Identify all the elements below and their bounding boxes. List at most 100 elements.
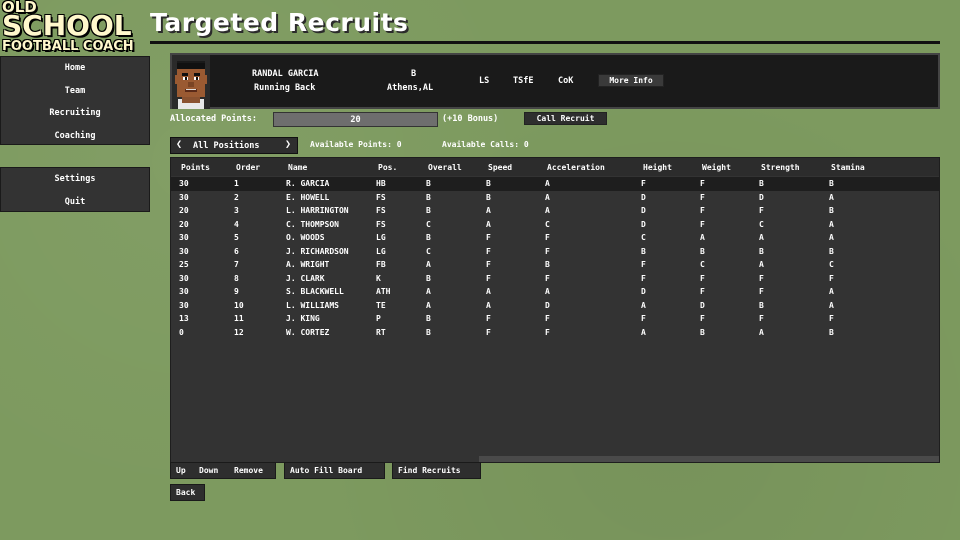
recruit-portrait: [172, 55, 210, 109]
available-points-text: Available Points: 0: [310, 140, 402, 149]
find-recruits-button[interactable]: Find Recruits: [398, 466, 461, 475]
cell-overall: A: [426, 287, 431, 296]
table-row[interactable]: 30 2 E. HOWELL FS B B A D F D A: [171, 191, 939, 205]
cell-order: 10: [234, 300, 244, 310]
column-header-weight[interactable]: Weight: [702, 163, 731, 172]
cell-weight: F: [700, 179, 705, 188]
sidebar-item-quit[interactable]: Quit: [1, 191, 149, 214]
sidebar-item-home[interactable]: Home: [1, 57, 149, 80]
table-row[interactable]: 30 8 J. CLARK K B F F F F F F: [171, 272, 939, 286]
table-row[interactable]: 13 11 J. KING P B F F F F F F: [171, 312, 939, 326]
cell-order: 11: [234, 314, 244, 323]
column-header-name[interactable]: Name: [288, 163, 307, 172]
table-row[interactable]: 30 6 J. RICHARDSON LG C F F B B B B: [171, 245, 939, 259]
sidebar-item-settings[interactable]: Settings: [1, 168, 149, 191]
cell-acceleration: C: [545, 219, 550, 229]
table-row[interactable]: 25 7 A. WRIGHT FB A F B F C A C: [171, 258, 939, 272]
cell-acceleration: F: [545, 273, 550, 283]
cell-speed: F: [486, 273, 491, 283]
cell-pos: HB: [376, 179, 386, 188]
allocated-points-label: Allocated Points:: [170, 114, 257, 124]
column-header-stamina[interactable]: Stamina: [831, 163, 865, 172]
cell-overall: C: [426, 219, 431, 229]
cell-pos: FS: [376, 206, 386, 215]
cell-weight: A: [700, 233, 705, 242]
sidebar-secondary-menu: Settings Quit: [0, 167, 150, 212]
page-title: Targeted Recruits: [150, 8, 409, 37]
auto-fill-board-button[interactable]: Auto Fill Board: [290, 466, 362, 475]
cell-speed: B: [486, 179, 491, 188]
table-row[interactable]: 20 4 C. THOMPSON FS C A C D F C A: [171, 218, 939, 232]
back-button[interactable]: Back: [176, 488, 195, 497]
column-header-speed[interactable]: Speed: [488, 163, 512, 172]
recruit-name: RANDAL GARCIA: [252, 69, 319, 79]
available-calls-text: Available Calls: 0: [442, 140, 529, 149]
column-header-overall[interactable]: Overall: [428, 163, 462, 172]
recruit-hometown: Athens,AL: [387, 83, 434, 93]
recruit-tag-tsfe: TSfE: [513, 76, 534, 86]
sidebar-item-team[interactable]: Team: [1, 80, 149, 103]
horizontal-scrollbar[interactable]: [479, 456, 939, 462]
column-header-height[interactable]: Height: [643, 163, 672, 172]
cell-stamina: F: [829, 314, 834, 323]
cell-stamina: C: [829, 260, 834, 269]
recruit-tag-cok: CoK: [558, 76, 574, 86]
move-down-button[interactable]: Down: [199, 466, 218, 475]
cell-overall: B: [426, 314, 431, 323]
back-button-wrap: Back: [170, 484, 205, 501]
cell-order: 2: [234, 192, 239, 202]
table-row[interactable]: 30 1 R. GARCIA HB B B A F F B B: [171, 177, 939, 191]
cell-stamina: A: [829, 219, 834, 229]
cell-points: 13: [179, 314, 189, 323]
cell-height: D: [641, 206, 646, 215]
cell-stamina: B: [829, 246, 834, 256]
cell-points: 30: [179, 287, 189, 296]
recruit-tag-ls: LS: [479, 76, 490, 86]
cell-overall: B: [426, 273, 431, 283]
cell-order: 12: [234, 327, 244, 337]
cell-height: D: [641, 219, 646, 229]
move-up-button[interactable]: Up: [176, 466, 186, 475]
table-row[interactable]: 0 12 W. CORTEZ RT B F F A B A B: [171, 326, 939, 340]
chevron-left-icon[interactable]: ❮: [176, 139, 182, 150]
cell-points: 30: [179, 300, 189, 310]
cell-points: 30: [179, 179, 189, 188]
position-filter[interactable]: ❮ All Positions ❯: [170, 137, 298, 154]
sidebar-item-coaching[interactable]: Coaching: [1, 125, 149, 148]
cell-pos: K: [376, 273, 381, 283]
cell-name: J. CLARK: [286, 273, 325, 283]
cell-weight: F: [700, 219, 705, 229]
allocated-points-input[interactable]: [273, 112, 438, 127]
column-header-order[interactable]: Order: [236, 163, 260, 172]
cell-name: R. GARCIA: [286, 179, 330, 188]
call-recruit-button[interactable]: Call Recruit: [524, 112, 607, 125]
cell-pos: ATH: [376, 287, 391, 296]
column-header-points[interactable]: Points: [181, 163, 210, 172]
cell-name: J. KING: [286, 314, 320, 323]
table-row[interactable]: 30 5 O. WOODS LG B F F C A A A: [171, 231, 939, 245]
cell-height: F: [641, 179, 646, 188]
table-row[interactable]: 30 9 S. BLACKWELL ATH A A A D F F A: [171, 285, 939, 299]
remove-button[interactable]: Remove: [234, 466, 263, 475]
title-divider: [150, 41, 940, 44]
more-info-button[interactable]: More Info: [598, 74, 664, 87]
column-header-pos[interactable]: Pos.: [378, 163, 397, 172]
cell-height: F: [641, 273, 646, 283]
cell-acceleration: F: [545, 246, 550, 256]
cell-weight: C: [700, 260, 705, 269]
cell-pos: LG: [376, 233, 386, 242]
cell-pos: TE: [376, 300, 386, 310]
cell-overall: B: [426, 233, 431, 242]
column-header-acceleration[interactable]: Acceleration: [547, 163, 605, 172]
column-header-strength[interactable]: Strength: [761, 163, 800, 172]
cell-weight: F: [700, 192, 705, 202]
logo-line-2: SCHOOL: [2, 9, 132, 42]
auto-fill-button-wrap: Auto Fill Board: [284, 462, 385, 479]
cell-pos: LG: [376, 246, 386, 256]
cell-speed: F: [486, 327, 491, 337]
chevron-right-icon[interactable]: ❯: [285, 139, 291, 150]
cell-strength: A: [759, 327, 764, 337]
table-row[interactable]: 30 10 L. WILLIAMS TE A A D A D B A: [171, 299, 939, 313]
sidebar-item-recruiting[interactable]: Recruiting: [1, 102, 149, 125]
table-row[interactable]: 20 3 L. HARRINGTON FS B A A D F F B: [171, 204, 939, 218]
